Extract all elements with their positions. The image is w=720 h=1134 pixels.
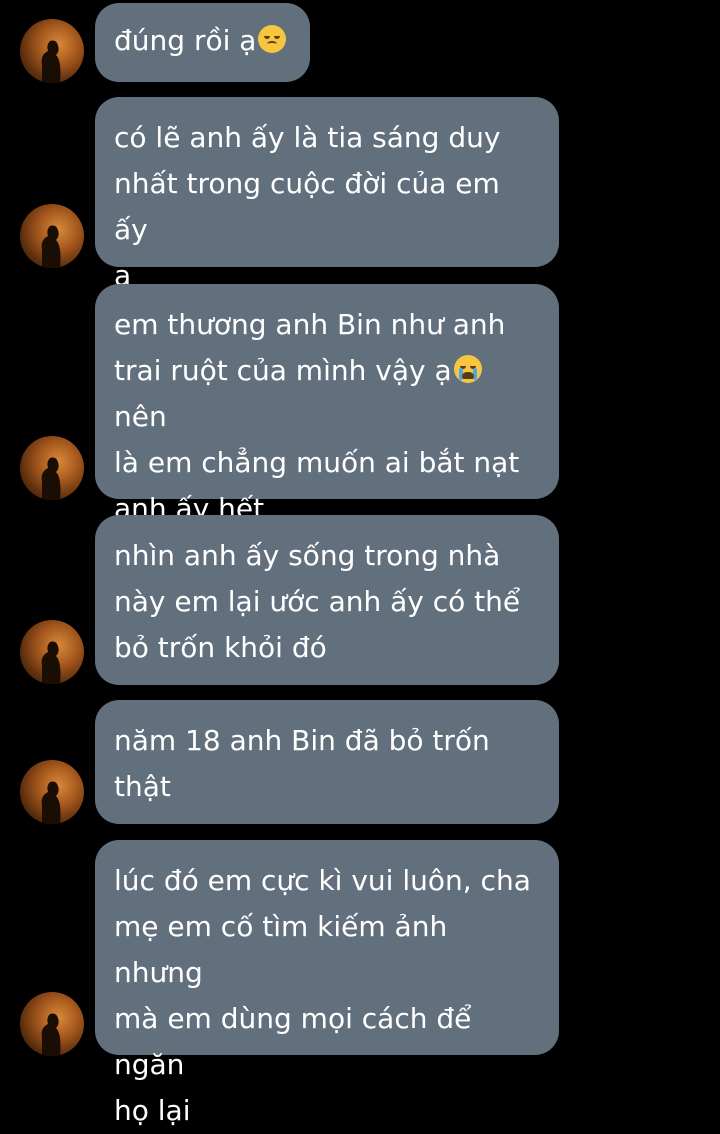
person-silhouette-icon bbox=[41, 225, 61, 268]
message-text-continued: nên là em chẳng muốn ai bắt nạt anh ấy h… bbox=[114, 400, 520, 525]
message-bubble[interactable]: lúc đó em cực kì vui luôn, cha mẹ em cố … bbox=[95, 840, 559, 1127]
message-text: đúng rồi ạ bbox=[114, 24, 257, 57]
message-bubble[interactable]: có lẽ anh ấy là tia sáng duy nhất trong … bbox=[95, 97, 559, 292]
loudly-crying-face-icon bbox=[453, 355, 482, 383]
avatar[interactable] bbox=[20, 204, 84, 268]
message-bubble[interactable]: em thương anh Bin như anh trai ruột của … bbox=[95, 284, 559, 525]
message-text: năm 18 anh Bin đã bỏ trốn thật bbox=[114, 724, 490, 803]
message-text: nhìn anh ấy sống trong nhà này em lại ướ… bbox=[114, 539, 521, 664]
message-text: em thương anh Bin như anh trai ruột của … bbox=[114, 308, 506, 387]
avatar[interactable] bbox=[20, 760, 84, 824]
person-silhouette-icon bbox=[41, 40, 61, 83]
person-silhouette-icon bbox=[41, 457, 61, 500]
disappointed-face-icon bbox=[258, 25, 287, 53]
avatar[interactable] bbox=[20, 620, 84, 684]
avatar[interactable] bbox=[20, 436, 84, 500]
avatar[interactable] bbox=[20, 19, 84, 83]
person-silhouette-icon bbox=[41, 1013, 61, 1056]
message-bubble[interactable]: nhìn anh ấy sống trong nhà này em lại ướ… bbox=[95, 515, 559, 685]
message-text: có lẽ anh ấy là tia sáng duy nhất trong … bbox=[114, 121, 501, 292]
message-text: lúc đó em cực kì vui luôn, cha mẹ em cố … bbox=[114, 864, 531, 1127]
avatar[interactable] bbox=[20, 992, 84, 1056]
message-bubble[interactable]: đúng rồi ạ bbox=[95, 3, 310, 82]
person-silhouette-icon bbox=[41, 781, 61, 824]
message-bubble[interactable]: năm 18 anh Bin đã bỏ trốn thật bbox=[95, 700, 559, 824]
person-silhouette-icon bbox=[41, 641, 61, 684]
